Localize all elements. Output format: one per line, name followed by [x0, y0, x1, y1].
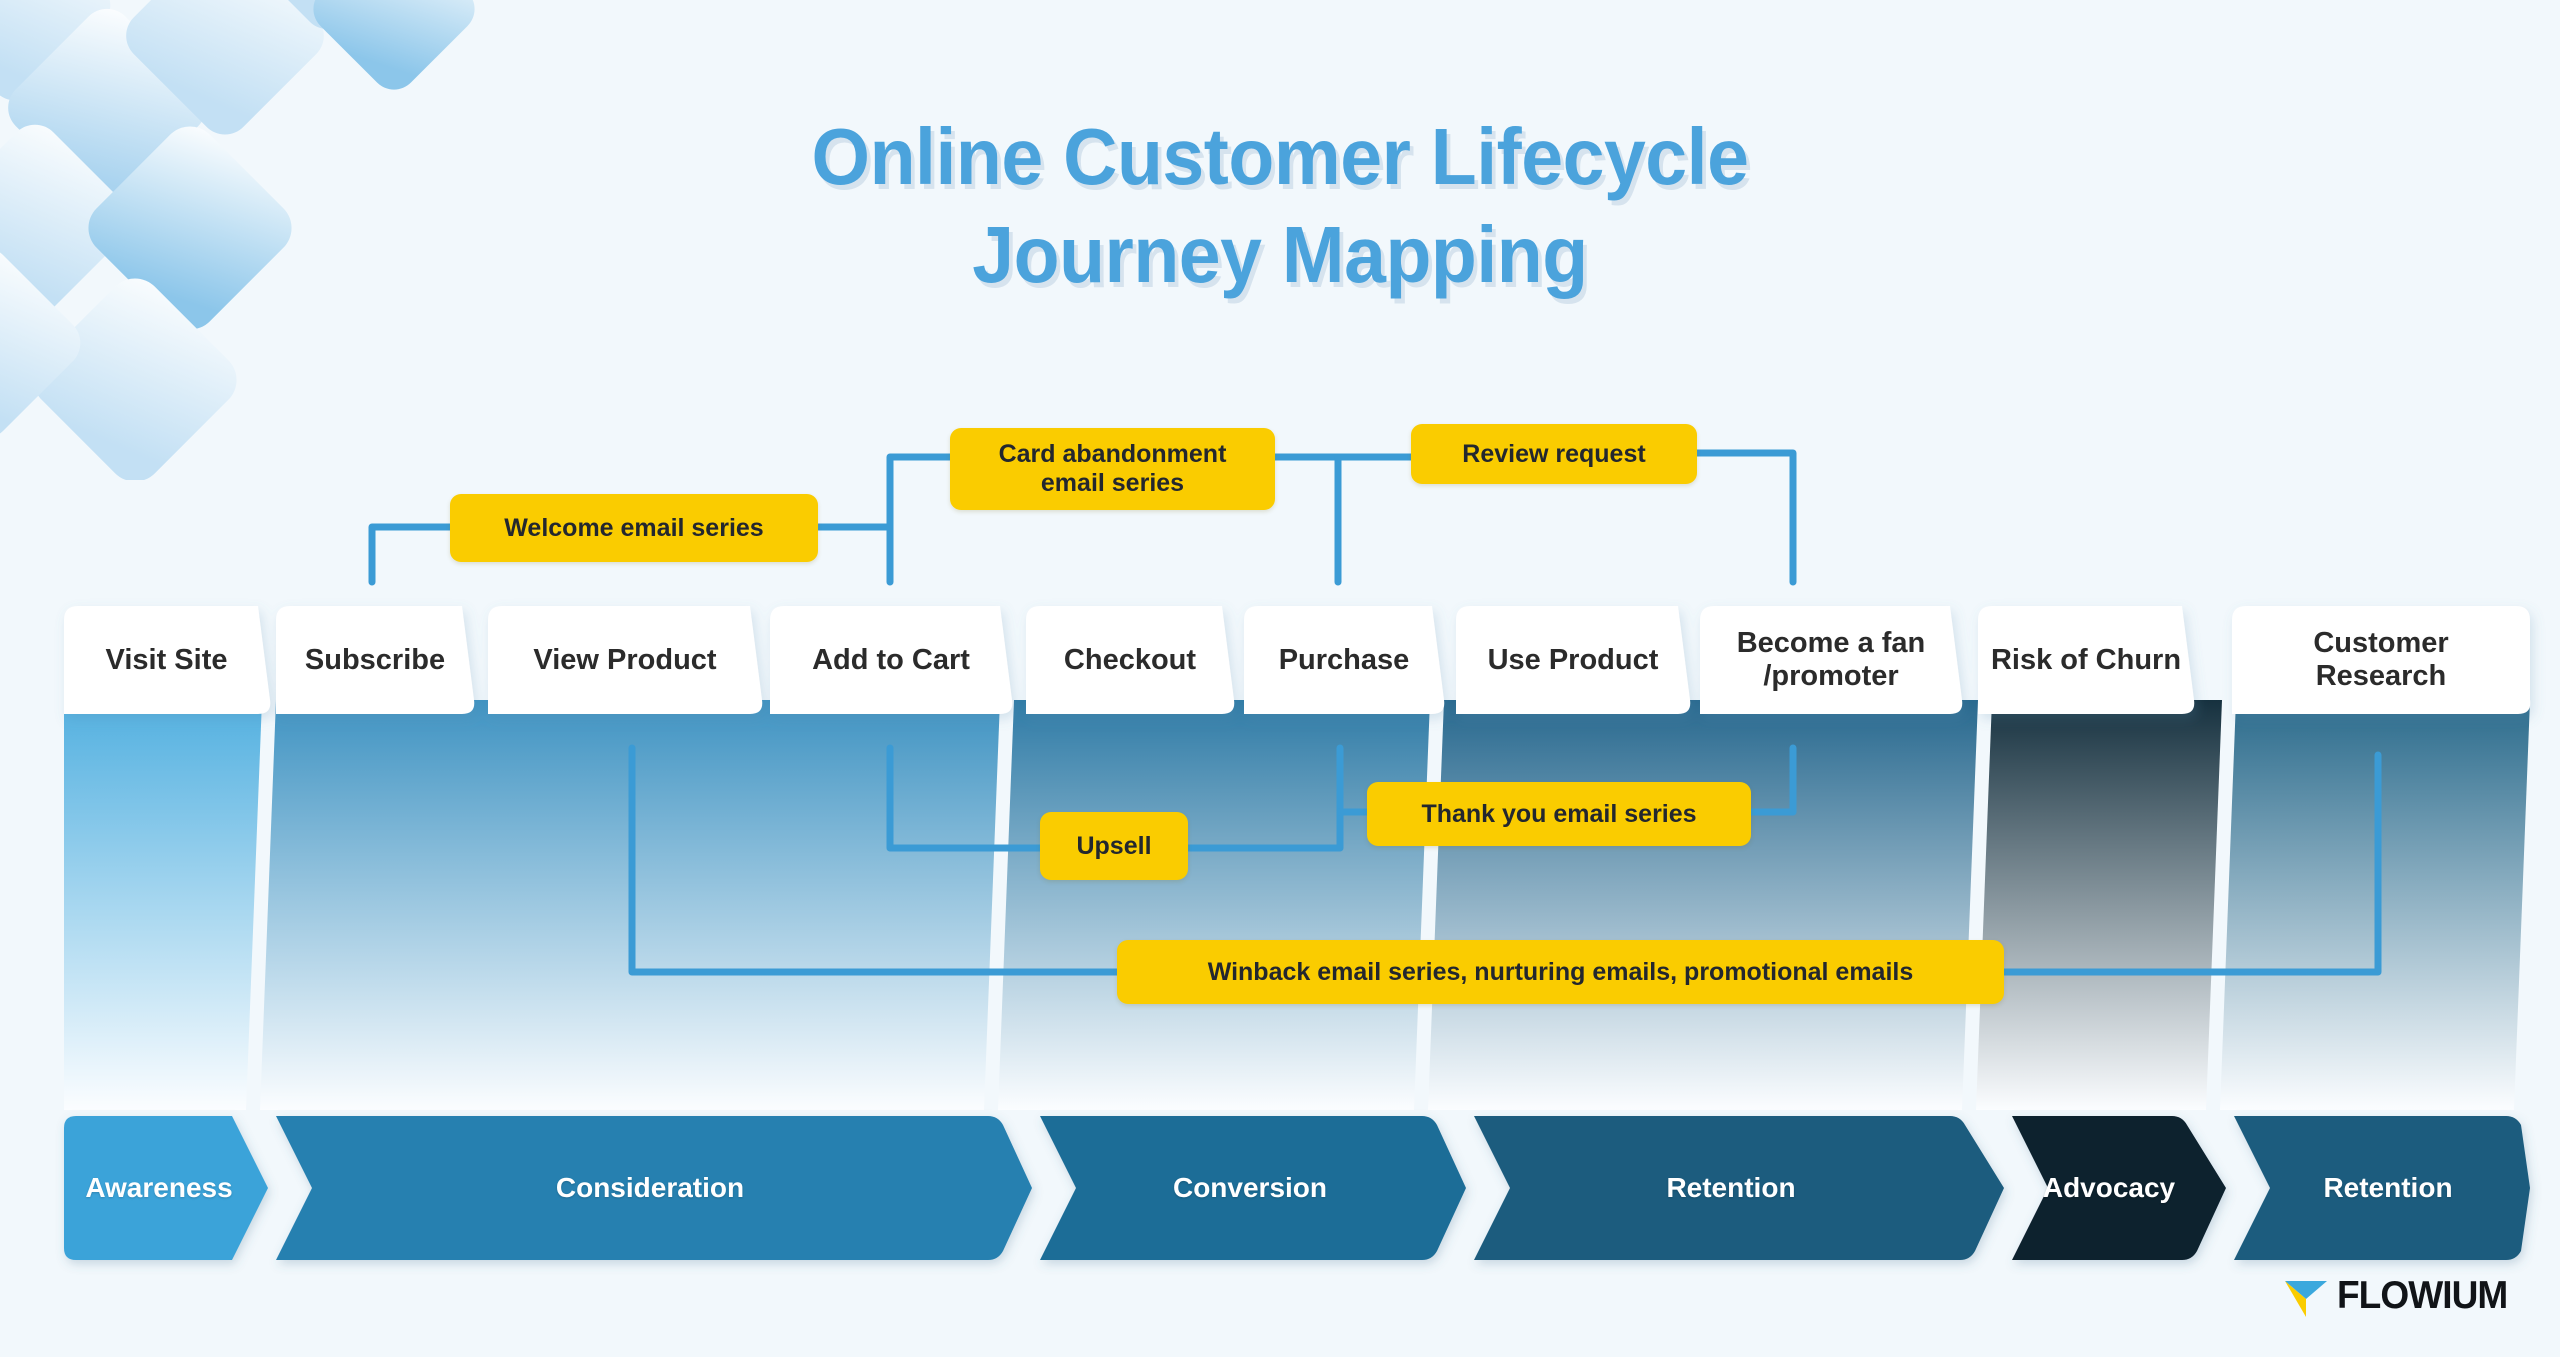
stage-label-3: Add to Cart — [812, 643, 970, 676]
email-box-upsell-label: Upsell — [1076, 831, 1152, 860]
infographic-canvas: Online Customer Lifecycle Journey Mappin… — [0, 0, 2560, 1357]
stage-label-6: Use Product — [1487, 643, 1659, 676]
flowium-mark-icon — [2284, 1281, 2327, 1317]
connector-to-cart-abandonment — [886, 453, 959, 586]
stage-card-risk-of-churn[interactable]: Risk of Churn — [1978, 606, 2194, 714]
email-box-welcome[interactable]: Welcome email series — [450, 494, 818, 562]
email-box-thank-you-label: Thank you email series — [1421, 799, 1697, 828]
phase-label-awareness[interactable]: Awareness — [64, 1116, 254, 1260]
stage-label-5: Purchase — [1278, 643, 1410, 676]
stage-card-visit-site[interactable]: Visit Site — [64, 606, 269, 714]
connector-cart-abandonment-out — [1271, 453, 1342, 586]
connector-review-out — [1693, 449, 1797, 586]
phase-label-retention-2[interactable]: Retention — [2248, 1116, 2528, 1260]
flowium-logo: FLOWIUM — [2283, 1273, 2516, 1319]
stage-label-9: Customer Research — [2313, 627, 2449, 692]
phase-label-retention[interactable]: Retention — [1486, 1116, 1976, 1260]
stage-label-1: Subscribe — [304, 643, 446, 676]
flowium-logo-text: FLOWIUM — [2336, 1274, 2508, 1317]
column-body-awareness — [64, 700, 262, 1110]
stage-card-checkout[interactable]: Checkout — [1026, 606, 1234, 714]
email-box-upsell[interactable]: Upsell — [1040, 812, 1188, 880]
column-body-advocacy — [1976, 700, 2222, 1110]
stage-label-0: Visit Site — [105, 643, 228, 676]
phase-text-1: Consideration — [555, 1172, 745, 1203]
phase-label-conversion[interactable]: Conversion — [1050, 1116, 1450, 1260]
email-box-cart-abandonment[interactable]: Card abandonment email series — [950, 428, 1275, 510]
phase-text-3: Retention — [1666, 1172, 1796, 1203]
column-bodies — [64, 700, 2530, 1110]
email-box-review-request-label: Review request — [1462, 439, 1646, 468]
stage-card-subscribe[interactable]: Subscribe — [276, 606, 474, 714]
stage-card-use-product[interactable]: Use Product — [1456, 606, 1690, 714]
stage-label-4: Checkout — [1063, 643, 1197, 676]
stage-card-add-to-cart[interactable]: Add to Cart — [770, 606, 1012, 714]
stage-label-2: View Product — [533, 643, 717, 676]
column-body-retention — [1428, 700, 1978, 1110]
email-box-welcome-label: Welcome email series — [504, 513, 764, 542]
email-box-cart-abandonment-label: Card abandonment email series — [998, 440, 1227, 497]
stage-label-8: Risk of Churn — [1990, 643, 2182, 676]
phase-label-consideration[interactable]: Consideration — [290, 1116, 1010, 1260]
stage-card-become-a-fan[interactable]: Become a fan /promoter — [1700, 606, 1962, 714]
email-box-thank-you[interactable]: Thank you email series — [1367, 782, 1751, 846]
stage-card-customer-research[interactable]: Customer Research — [2232, 606, 2530, 714]
stage-card-purchase[interactable]: Purchase — [1244, 606, 1444, 714]
email-box-winback-label: Winback email series, nurturing emails, … — [1207, 957, 1914, 986]
column-body-conversion — [998, 700, 1430, 1110]
phase-text-4: Advocacy — [2042, 1172, 2176, 1203]
phase-text-5: Retention — [2323, 1172, 2453, 1203]
phase-text-2: Conversion — [1172, 1172, 1328, 1203]
email-box-review-request[interactable]: Review request — [1411, 424, 1697, 484]
email-box-winback[interactable]: Winback email series, nurturing emails, … — [1117, 940, 2004, 1004]
phase-label-advocacy[interactable]: Advocacy — [2020, 1116, 2198, 1260]
stage-label-7: Become a fan /promoter — [1736, 627, 1926, 692]
phase-text-0: Awareness — [85, 1172, 233, 1203]
stage-card-view-product[interactable]: View Product — [488, 606, 762, 714]
